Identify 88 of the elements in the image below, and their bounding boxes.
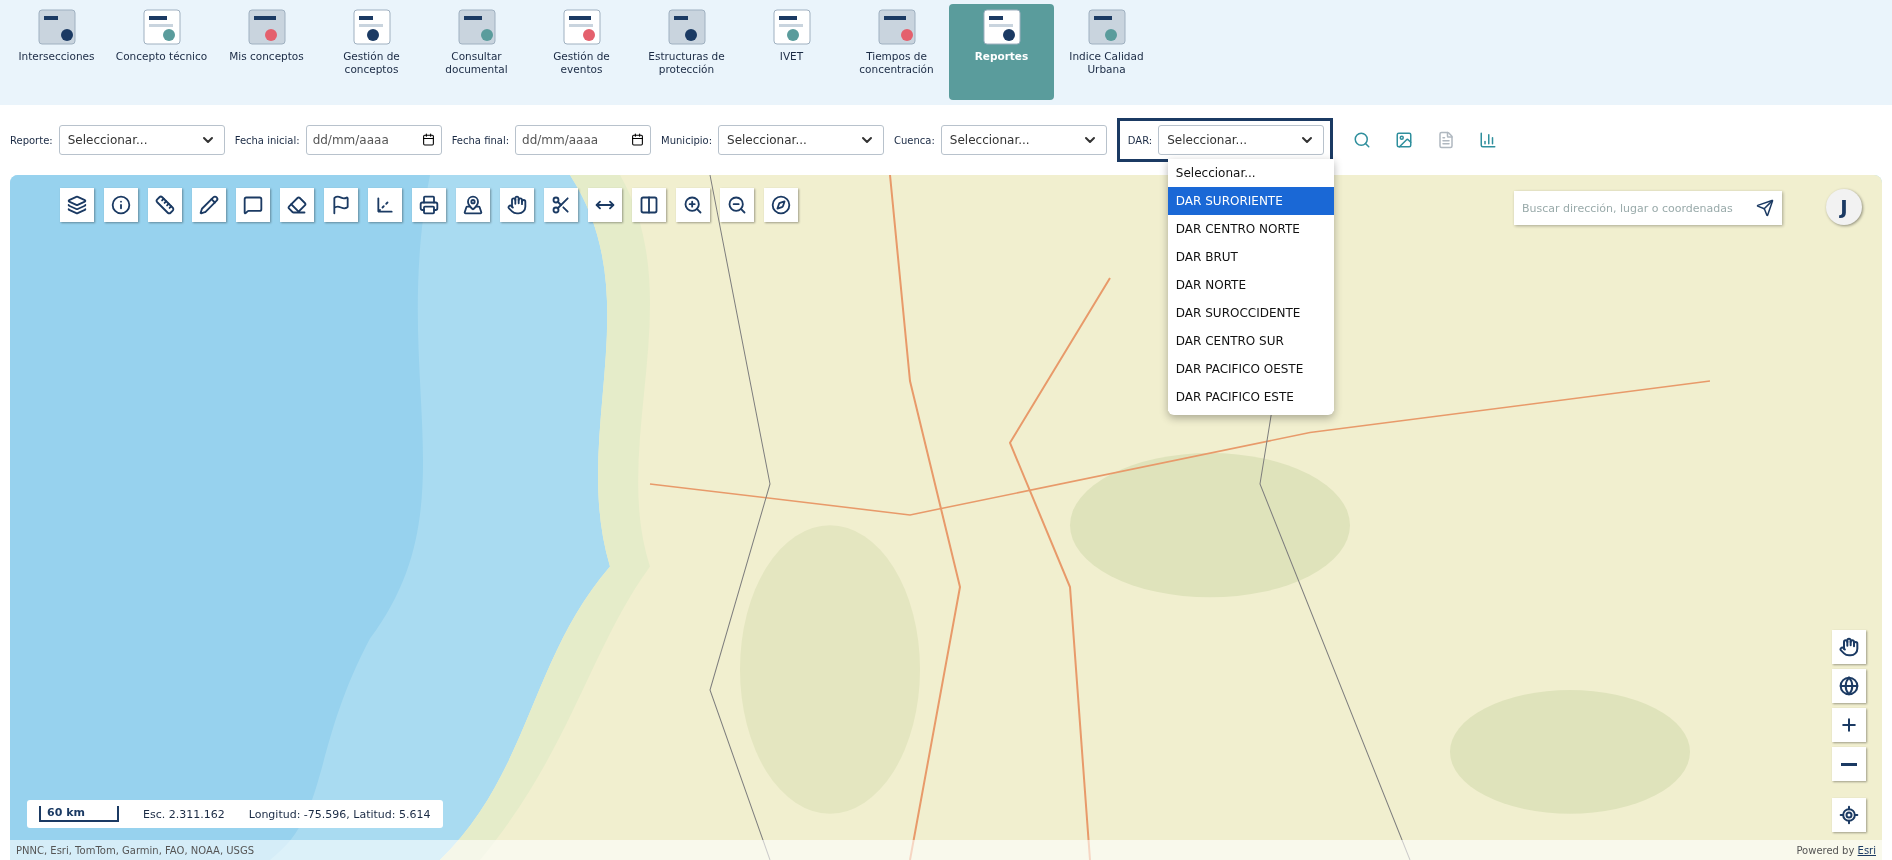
attribution-text: PNNC, Esri, TomTom, Garmin, FAO, NOAA, USGS xyxy=(16,844,254,856)
ruler-button[interactable] xyxy=(148,188,182,222)
dropdown-option[interactable]: DAR CENTRO NORTE xyxy=(1167,215,1334,243)
zoom-out-icon xyxy=(727,195,747,215)
nav-item[interactable]: Consultar documental xyxy=(424,4,529,100)
globe-button[interactable] xyxy=(1832,669,1866,703)
map-pin-button[interactable] xyxy=(456,188,490,222)
pan-button[interactable] xyxy=(1832,630,1866,664)
date-field[interactable]: dd/mm/aaaa xyxy=(305,125,442,155)
esri-link[interactable]: Esri xyxy=(1857,844,1876,856)
nav-item[interactable]: Gestión de conceptos xyxy=(319,4,424,100)
map-pin-icon xyxy=(463,195,483,215)
axes-button[interactable] xyxy=(368,188,402,222)
bar-chart-icon xyxy=(1479,131,1498,149)
powered-by-text: Powered by Esri xyxy=(1796,844,1876,856)
printer-icon xyxy=(419,195,439,215)
layers-button[interactable] xyxy=(60,188,94,222)
image-icon xyxy=(1395,131,1414,149)
calendar-icon[interactable] xyxy=(421,133,435,146)
nav-item[interactable]: Concepto técnico xyxy=(109,4,214,100)
pencil-icon xyxy=(199,195,219,215)
nav-item[interactable]: Indice Calidad Urbana xyxy=(1054,4,1159,100)
dropdown-option[interactable]: DAR SURORIENTE xyxy=(1167,187,1334,215)
locate-button[interactable] xyxy=(1832,798,1866,832)
dropdown-option[interactable]: DAR PACIFICO OESTE xyxy=(1167,355,1334,383)
zoom-in-icon xyxy=(683,195,703,215)
send-icon[interactable] xyxy=(1756,199,1774,217)
minus-icon xyxy=(1841,762,1857,766)
speech-bubble-button[interactable] xyxy=(236,188,270,222)
scissors-button[interactable] xyxy=(544,188,578,222)
nav-item[interactable]: Estructuras de protección xyxy=(634,4,739,100)
compass-button[interactable] xyxy=(764,188,798,222)
horizontal-arrows-button[interactable] xyxy=(588,188,622,222)
columns-icon xyxy=(639,195,659,215)
document-icon xyxy=(1437,131,1456,149)
search-icon xyxy=(1353,131,1372,149)
nav-item[interactable]: Mis conceptos xyxy=(214,4,319,100)
locate-icon xyxy=(1839,805,1859,825)
select-field[interactable]: Seleccionar... xyxy=(1158,125,1325,155)
hand-icon xyxy=(507,195,527,215)
dropdown-option[interactable]: DAR CENTRO SUR xyxy=(1167,327,1334,355)
pan-icon xyxy=(1839,637,1859,657)
eraser-button[interactable] xyxy=(280,188,314,222)
calendar-icon[interactable] xyxy=(631,133,645,146)
globe-icon xyxy=(1839,676,1859,696)
compass-icon xyxy=(771,195,791,215)
scale-bar: 60 km xyxy=(39,806,119,822)
zoom-out-button[interactable] xyxy=(720,188,754,222)
search-field[interactable]: Buscar dirección, lugar o coordenadas xyxy=(1514,191,1782,225)
speech-bubble-icon xyxy=(243,195,263,215)
date-field[interactable]: dd/mm/aaaa xyxy=(515,125,652,155)
nav-item[interactable]: Tiempos de concentración xyxy=(844,4,949,100)
filter-label: Fecha inicial: xyxy=(234,134,300,146)
zoom-in-button[interactable] xyxy=(676,188,710,222)
zoom-in-button[interactable] xyxy=(1832,708,1866,742)
filter-label: Cuenca: xyxy=(894,134,935,146)
select-field[interactable]: Seleccionar... xyxy=(58,125,225,155)
nav-item[interactable]: IVET xyxy=(739,4,844,100)
filter-label: Reporte: xyxy=(10,134,53,146)
filter-label: Municipio: xyxy=(661,134,713,146)
ruler-icon xyxy=(155,195,175,215)
printer-button[interactable] xyxy=(412,188,446,222)
columns-button[interactable] xyxy=(632,188,666,222)
layers-icon xyxy=(67,195,87,215)
filter-label: DAR: xyxy=(1127,134,1153,146)
filter-label: Fecha final: xyxy=(451,134,510,146)
pencil-button[interactable] xyxy=(192,188,226,222)
dropdown-option[interactable]: DAR SUROCCIDENTE xyxy=(1167,299,1334,327)
coordinates-text: Longitud: -75.596, Latitud: 5.614 xyxy=(248,807,431,821)
flag-button[interactable] xyxy=(324,188,358,222)
axes-icon xyxy=(375,195,395,215)
flag-icon xyxy=(331,195,351,215)
plus-icon xyxy=(1839,715,1859,735)
dropdown-option[interactable]: DAR PACIFICO ESTE xyxy=(1167,383,1334,411)
dropdown-option[interactable]: Seleccionar... xyxy=(1167,159,1334,187)
select-field[interactable]: Seleccionar... xyxy=(718,125,885,155)
info-button[interactable] xyxy=(104,188,138,222)
dropdown-option[interactable]: DAR NORTE xyxy=(1167,271,1334,299)
zoom-out-button[interactable] xyxy=(1832,747,1866,781)
nav-item[interactable]: Gestión de eventos xyxy=(529,4,634,100)
nav-item[interactable]: Intersecciones xyxy=(4,4,109,100)
scissors-icon xyxy=(551,195,571,215)
scale-text: Esc. 2.311.162 xyxy=(143,807,225,821)
info-icon xyxy=(111,195,131,215)
hand-button[interactable] xyxy=(500,188,534,222)
dropdown-option[interactable]: DAR BRUT xyxy=(1167,243,1334,271)
select-field[interactable]: Seleccionar... xyxy=(940,125,1107,155)
eraser-icon xyxy=(287,195,307,215)
